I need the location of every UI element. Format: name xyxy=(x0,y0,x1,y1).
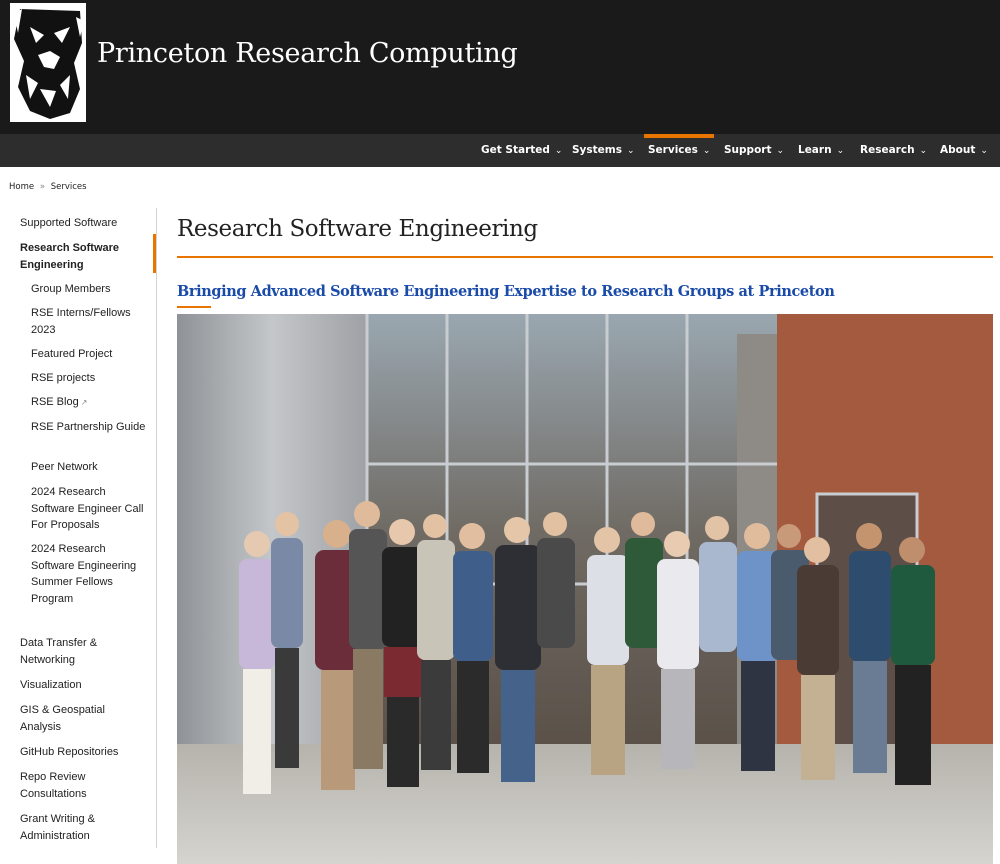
nav-label: Get Started xyxy=(481,144,550,156)
site-header: Princeton Research Computing xyxy=(0,0,1000,134)
title-divider xyxy=(177,256,993,258)
sidebar-item-call-for-proposals[interactable]: 2024 Research Software Engineer Call For… xyxy=(31,484,146,534)
sidebar-item-data-transfer[interactable]: Data Transfer & Networking xyxy=(20,635,145,668)
chevron-down-icon: ⌄ xyxy=(980,146,988,156)
breadcrumb-current[interactable]: Services xyxy=(51,182,87,192)
team-group-photo xyxy=(177,314,993,864)
chevron-down-icon: ⌄ xyxy=(776,146,785,156)
subtitle-underline xyxy=(177,306,211,308)
chevron-down-icon: ⌄ xyxy=(627,146,635,156)
sidebar-item-partnership-guide[interactable]: RSE Partnership Guide xyxy=(31,419,146,436)
breadcrumb-separator: » xyxy=(39,182,46,192)
page-title: Research Software Engineering xyxy=(177,216,538,242)
sidebar-item-rse-projects[interactable]: RSE projects xyxy=(31,370,146,387)
main-navigation: Get Started ⌄ Systems ⌄ Services ⌄ Support ⌄… xyxy=(0,134,1000,167)
princeton-tiger-logo[interactable] xyxy=(10,3,86,122)
nav-label: Research xyxy=(860,144,915,156)
nav-get-started[interactable]: Get Started ⌄ xyxy=(481,134,562,167)
sidebar-item-github[interactable]: GitHub Repositories xyxy=(20,744,145,761)
nav-about[interactable]: About ⌄ xyxy=(940,134,988,167)
breadcrumb: Home » Services xyxy=(9,182,87,192)
nav-label: Learn xyxy=(798,144,832,156)
sidebar-item-group-members[interactable]: Group Members xyxy=(31,281,146,298)
nav-research[interactable]: Research ⌄ xyxy=(860,134,927,167)
sidebar-item-rse-interns[interactable]: RSE Interns/Fellows 2023 xyxy=(31,305,146,338)
nav-label: About xyxy=(940,144,976,156)
active-indicator xyxy=(153,234,156,273)
sidebar-item-supported-software[interactable]: Supported Software xyxy=(20,215,145,232)
nav-support[interactable]: Support ⌄ xyxy=(724,134,784,167)
chevron-down-icon: ⌄ xyxy=(702,146,711,156)
sidebar-item-grant-writing[interactable]: Grant Writing & Administration xyxy=(20,811,145,844)
sidebar-item-label: RSE Blog xyxy=(31,396,79,408)
nav-learn[interactable]: Learn ⌄ xyxy=(798,134,844,167)
nav-label: Support xyxy=(724,144,772,156)
sidebar-item-rse-blog[interactable]: RSE Blog ↗ xyxy=(31,394,146,412)
sidebar-item-visualization[interactable]: Visualization xyxy=(20,677,145,694)
breadcrumb-home[interactable]: Home xyxy=(9,182,34,192)
chevron-down-icon: ⌄ xyxy=(919,146,928,156)
sidebar-item-gis[interactable]: GIS & Geospatial Analysis xyxy=(20,702,145,735)
nav-systems[interactable]: Systems ⌄ xyxy=(572,134,635,167)
chevron-down-icon: ⌄ xyxy=(836,146,845,156)
sidebar-item-featured-project[interactable]: Featured Project xyxy=(31,346,146,363)
sidebar-item-peer-network[interactable]: Peer Network xyxy=(31,459,146,476)
external-link-icon: ↗ xyxy=(80,398,88,407)
section-subtitle: Bringing Advanced Software Engineering E… xyxy=(177,283,835,300)
site-title[interactable]: Princeton Research Computing xyxy=(97,38,518,69)
sidebar-item-rse[interactable]: Research Software Engineering xyxy=(20,240,145,273)
chevron-down-icon: ⌄ xyxy=(554,146,563,156)
sidebar-item-repo-review[interactable]: Repo Review Consultations xyxy=(20,769,145,802)
nav-services[interactable]: Services ⌄ xyxy=(643,134,715,167)
nav-label: Services xyxy=(648,144,698,156)
section-sidebar: Supported Software Research Software Eng… xyxy=(0,208,157,848)
sidebar-item-summer-fellows[interactable]: 2024 Research Software Engineering Summe… xyxy=(31,541,146,607)
nav-label: Systems xyxy=(572,144,622,156)
